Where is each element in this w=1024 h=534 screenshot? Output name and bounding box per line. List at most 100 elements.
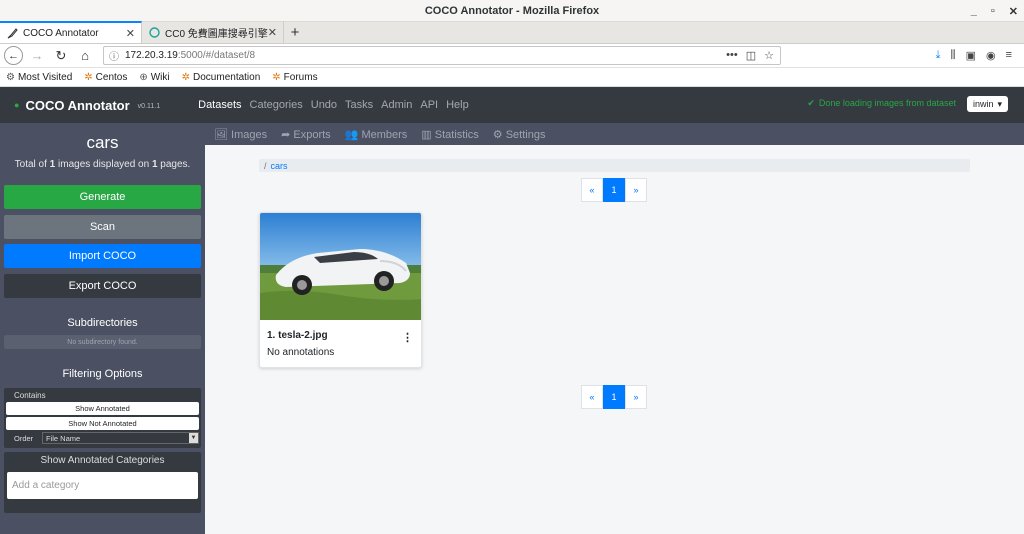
- image-card[interactable]: 1. tesla-2.jpg No annotations ⋮: [259, 212, 422, 368]
- pagination-bottom: « 1 »: [581, 385, 647, 409]
- tab-cc0-search[interactable]: CC0 免費圖庫搜尋引擎 ✕: [142, 21, 284, 43]
- address-bar[interactable]: ⓘ 172.20.3.19:5000/#/dataset/8 ••• ◫ ☆: [103, 46, 781, 65]
- page-1-button[interactable]: 1: [603, 178, 625, 202]
- pocket-icon[interactable]: ◫: [746, 49, 756, 62]
- dataset-content: 🖼 Images ➦ Exports 👥 Members ▥ Statistic…: [205, 123, 1024, 534]
- generate-button[interactable]: Generate: [4, 185, 201, 209]
- centos-icon: ✲: [84, 71, 93, 83]
- dataset-title: cars: [86, 133, 119, 152]
- order-select[interactable]: File Name ▼: [42, 432, 199, 444]
- close-tab-icon[interactable]: ✕: [126, 27, 135, 40]
- nav-categories[interactable]: Categories: [250, 99, 303, 111]
- next-page-button[interactable]: »: [625, 385, 647, 409]
- close-window-button[interactable]: ✕: [1009, 5, 1018, 18]
- new-tab-button[interactable]: +: [284, 21, 306, 43]
- app-menu: Datasets Categories Undo Tasks Admin API…: [198, 99, 469, 111]
- category-input[interactable]: Add a category: [7, 472, 198, 499]
- order-label: Order: [14, 433, 34, 443]
- user-dropdown[interactable]: inwin ▾: [966, 96, 1008, 112]
- brush-icon: [6, 27, 18, 39]
- order-row: Order File Name ▼: [6, 432, 199, 444]
- categories-panel: Show Annotated Categories Add a category: [4, 452, 201, 513]
- account-icon[interactable]: ◉: [986, 49, 996, 62]
- bar-chart-icon: ▥: [421, 128, 432, 141]
- close-tab-icon[interactable]: ✕: [268, 26, 277, 39]
- image-annotation-count: No annotations: [267, 347, 335, 358]
- url-path: :5000/#/dataset/8: [177, 50, 256, 61]
- dataset-sidebar: cars Total of 1 images displayed on 1 pa…: [0, 123, 205, 534]
- pagination-top: « 1 »: [581, 178, 647, 202]
- next-page-button[interactable]: »: [625, 178, 647, 202]
- window-title: COCO Annotator - Mozilla Firefox: [424, 4, 600, 17]
- forward-icon[interactable]: →: [27, 46, 47, 66]
- nav-undo[interactable]: Undo: [311, 99, 337, 111]
- tab-images[interactable]: 🖼 Images: [214, 128, 267, 141]
- caret-down-icon: ▾: [997, 98, 1002, 109]
- nav-datasets[interactable]: Datasets: [198, 99, 241, 111]
- page-actions-icon[interactable]: •••: [726, 49, 738, 62]
- tab-statistics[interactable]: ▥ Statistics: [421, 128, 478, 141]
- more-options-icon[interactable]: ⋮: [402, 331, 413, 344]
- centos-icon: ✲: [181, 71, 191, 83]
- home-icon[interactable]: ⌂: [75, 46, 95, 66]
- maximize-button[interactable]: ▫: [991, 5, 995, 17]
- users-icon: 👥: [344, 128, 359, 141]
- categories-heading: Show Annotated Categories: [40, 455, 165, 466]
- menu-icon[interactable]: ≡: [1006, 49, 1012, 62]
- back-icon[interactable]: ←: [4, 46, 23, 65]
- main-area: cars Total of 1 images displayed on 1 pa…: [0, 123, 1024, 534]
- image-filename[interactable]: 1. tesla-2.jpg: [260, 320, 421, 341]
- filtering-heading: Filtering Options: [62, 368, 143, 380]
- breadcrumb-item[interactable]: cars: [271, 161, 288, 171]
- gear-icon: ⚙: [492, 128, 503, 141]
- minimize-button[interactable]: _: [971, 5, 977, 17]
- cc0-icon: [148, 26, 160, 38]
- status-message: ✔ Done loading images from dataset: [807, 98, 956, 108]
- show-not-annotated-button[interactable]: Show Not Annotated: [6, 417, 199, 430]
- nav-api[interactable]: API: [420, 99, 438, 111]
- import-coco-button[interactable]: Import COCO: [4, 244, 201, 268]
- tab-exports[interactable]: ➦ Exports: [281, 128, 331, 141]
- nav-help[interactable]: Help: [446, 99, 469, 111]
- app-version: v0.11.1: [137, 103, 161, 110]
- page-1-button[interactable]: 1: [603, 385, 625, 409]
- nav-admin[interactable]: Admin: [381, 99, 412, 111]
- dropdown-arrow-icon: ▼: [189, 433, 198, 443]
- share-icon: ➦: [281, 128, 291, 141]
- bookmark-forums[interactable]: ✲ Forums: [272, 72, 317, 83]
- contains-label: Contains: [14, 391, 46, 400]
- globe-icon: ⊕: [139, 71, 148, 83]
- nav-tasks[interactable]: Tasks: [345, 99, 373, 111]
- sidebar-toggle-icon[interactable]: ▣: [966, 49, 976, 62]
- dataset-summary: Total of 1 images displayed on 1 pages.: [14, 159, 191, 170]
- bookmark-centos[interactable]: ✲ Centos: [84, 72, 127, 83]
- reload-icon[interactable]: ↻: [51, 46, 71, 66]
- browser-tabbar: COCO Annotator ✕ CC0 免費圖庫搜尋引擎 ✕ +: [0, 21, 1024, 44]
- export-coco-button[interactable]: Export COCO: [4, 274, 201, 298]
- prev-page-button[interactable]: «: [581, 178, 603, 202]
- tab-settings[interactable]: ⚙ Settings: [493, 128, 546, 141]
- info-icon[interactable]: ⓘ: [109, 48, 119, 63]
- bookmark-documentation[interactable]: ✲ Documentation: [182, 72, 261, 83]
- bookmark-star-icon[interactable]: ☆: [764, 49, 774, 62]
- prev-page-button[interactable]: «: [581, 385, 603, 409]
- bookmark-wiki[interactable]: ⊕ Wiki: [139, 72, 169, 83]
- download-icon[interactable]: ⤓: [936, 49, 941, 62]
- bookmark-most-visited[interactable]: ⚙ Most Visited: [6, 72, 72, 83]
- user-name: inwin: [972, 99, 994, 109]
- breadcrumb-separator: /: [264, 160, 267, 171]
- image-thumbnail[interactable]: [260, 213, 421, 320]
- dataset-subtabs: 🖼 Images ➦ Exports 👥 Members ▥ Statistic…: [205, 123, 1024, 145]
- subdirectories-heading: Subdirectories: [67, 317, 138, 329]
- tab-label: COCO Annotator: [23, 27, 99, 39]
- tab-coco-annotator[interactable]: COCO Annotator ✕: [0, 21, 142, 43]
- app-brand[interactable]: ● COCO Annotator v0.11.1: [14, 98, 160, 113]
- bookmarks-bar: ⚙ Most Visited ✲ Centos ⊕ Wiki ✲ Documentati…: [0, 68, 1024, 87]
- scan-button[interactable]: Scan: [4, 215, 201, 239]
- url-host: 172.20.3.19: [125, 50, 178, 61]
- library-icon[interactable]: ⫼: [951, 49, 956, 62]
- tab-members[interactable]: 👥 Members: [345, 128, 408, 141]
- tab-label: CC0 免費圖庫搜尋引擎: [165, 28, 268, 40]
- show-annotated-button[interactable]: Show Annotated: [6, 402, 199, 415]
- gear-icon: ⚙: [6, 71, 15, 83]
